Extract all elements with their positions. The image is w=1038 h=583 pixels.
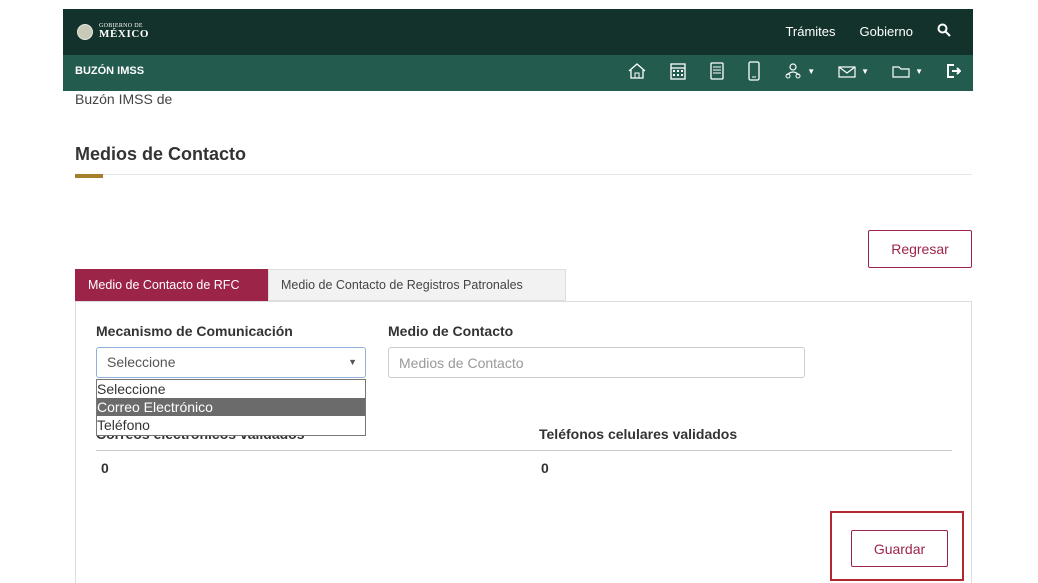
option-telefono[interactable]: Teléfono — [97, 416, 365, 434]
gov-header: GOBIERNO DE MÉXICO Trámites Gobierno — [63, 9, 973, 55]
title-divider — [75, 174, 972, 175]
phones-validated-count: 0 — [541, 460, 549, 476]
document-icon[interactable] — [709, 61, 725, 81]
back-button[interactable]: Regresar — [868, 230, 972, 268]
chevron-down-icon: ▼ — [861, 66, 870, 76]
navbar-icons: ▼ ▼ ▼ — [605, 61, 961, 81]
mechanism-select[interactable]: Seleccione ▼ — [96, 347, 366, 378]
chevron-down-icon: ▼ — [807, 66, 816, 76]
option-seleccione[interactable]: Seleccione — [97, 380, 365, 398]
contact-tabs: Medio de Contacto de RFC Medio de Contac… — [75, 269, 566, 301]
nav-gobierno[interactable]: Gobierno — [860, 24, 913, 39]
mail-icon[interactable]: ▼ — [837, 61, 869, 81]
nav-tramites[interactable]: Trámites — [785, 24, 835, 39]
tab-registros-patronales[interactable]: Medio de Contacto de Registros Patronale… — [268, 269, 566, 301]
stats-divider — [96, 450, 952, 451]
home-icon[interactable] — [627, 61, 647, 81]
mechanism-dropdown-list: Seleccione Correo Electrónico Teléfono — [96, 379, 366, 436]
phones-validated-label: Teléfonos celulares validados — [539, 426, 738, 442]
tab-rfc[interactable]: Medio de Contacto de RFC — [75, 269, 268, 301]
logout-icon[interactable] — [945, 61, 961, 81]
title-accent-bar — [75, 174, 103, 178]
imss-navbar: BUZÓN IMSS ▼ ▼ ▼ — [63, 55, 973, 91]
chevron-down-icon: ▼ — [348, 357, 357, 367]
contact-input[interactable] — [388, 347, 805, 378]
page-title: Medios de Contacto — [75, 144, 247, 164]
contact-label: Medio de Contacto — [388, 323, 514, 339]
calendar-icon[interactable] — [669, 61, 687, 81]
top-nav: Trámites Gobierno — [785, 23, 951, 40]
users-icon[interactable]: ▼ — [783, 61, 815, 81]
emails-validated-count: 0 — [101, 460, 109, 476]
breadcrumb: Buzón IMSS de — [75, 91, 173, 107]
mobile-icon[interactable] — [747, 61, 761, 81]
folder-icon[interactable]: ▼ — [891, 61, 923, 81]
seal-icon — [77, 23, 93, 40]
brand-title[interactable]: BUZÓN IMSS — [75, 65, 144, 77]
search-icon[interactable] — [937, 23, 951, 40]
logo-big-text: MÉXICO — [99, 28, 150, 40]
mechanism-selected-value: Seleccione — [107, 354, 176, 370]
save-button[interactable]: Guardar — [851, 530, 948, 567]
chevron-down-icon: ▼ — [915, 66, 923, 76]
gobierno-mexico-logo[interactable]: GOBIERNO DE MÉXICO — [77, 23, 149, 40]
mechanism-label: Mecanismo de Comunicación — [96, 323, 293, 339]
option-correo-electronico[interactable]: Correo Electrónico — [97, 398, 365, 416]
